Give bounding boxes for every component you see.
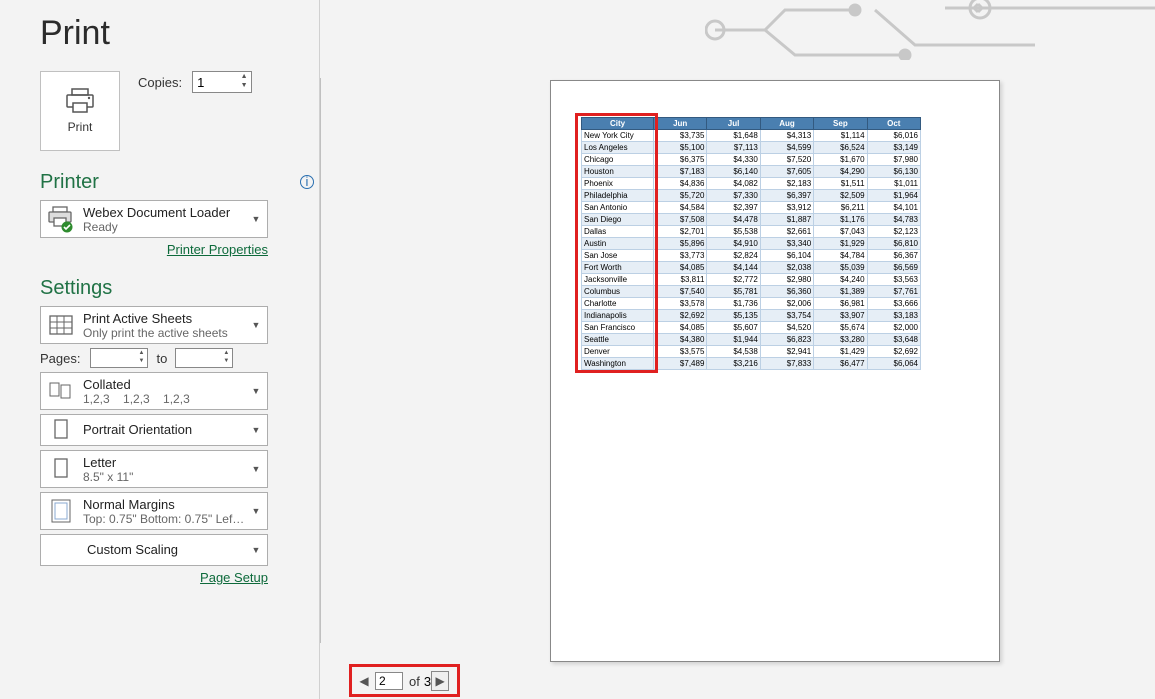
table-row: Seattle$4,380$1,944$6,823$3,280$3,648 xyxy=(582,334,921,346)
table-row: Columbus$7,540$5,781$6,360$1,389$7,761 xyxy=(582,286,921,298)
chevron-down-icon: ▼ xyxy=(249,214,263,224)
chevron-down-icon: ▼ xyxy=(249,425,263,435)
table-header: Jul xyxy=(707,118,760,130)
chevron-down-icon: ▼ xyxy=(249,506,263,516)
paper-icon xyxy=(45,453,77,485)
prev-page-button[interactable]: ◀ xyxy=(355,671,373,691)
table-row: Dallas$2,701$5,538$2,661$7,043$2,123 xyxy=(582,226,921,238)
page-title: Print xyxy=(40,14,319,53)
table-header: Oct xyxy=(867,118,920,130)
pages-label: Pages: xyxy=(40,351,80,366)
table-header: City xyxy=(582,118,654,130)
printer-section-title: Printer xyxy=(40,171,319,194)
pages-to-word: to xyxy=(156,351,167,366)
table-row: San Francisco$4,085$5,607$4,520$5,674$2,… xyxy=(582,322,921,334)
printer-ready-icon xyxy=(45,203,77,235)
margins-selector[interactable]: Normal Margins Top: 0.75" Bottom: 0.75" … xyxy=(40,492,268,530)
table-row: Houston$7,183$6,140$7,605$4,290$6,130 xyxy=(582,166,921,178)
chevron-down-icon: ▼ xyxy=(249,320,263,330)
copies-down[interactable]: ▼ xyxy=(238,82,250,91)
printer-name: Webex Document Loader xyxy=(83,205,249,220)
table-row: Fort Worth$4,085$4,144$2,038$5,039$6,569 xyxy=(582,262,921,274)
copies-input[interactable] xyxy=(193,73,233,91)
table-row: Chicago$6,375$4,330$7,520$1,670$7,980 xyxy=(582,154,921,166)
table-row: Phoenix$4,836$4,082$2,183$1,511$1,011 xyxy=(582,178,921,190)
copies-up[interactable]: ▲ xyxy=(238,73,250,82)
pages-from-input[interactable] xyxy=(91,350,131,366)
printer-selector[interactable]: Webex Document Loader Ready ▼ xyxy=(40,200,268,238)
table-header: Jun xyxy=(654,118,707,130)
pages-to-stepper[interactable]: ▲ ▼ xyxy=(175,348,233,368)
preview-table: CityJunJulAugSepOct New York City$3,735$… xyxy=(581,117,921,370)
chevron-down-icon: ▼ xyxy=(249,464,263,474)
table-row: New York City$3,735$1,648$4,313$1,114$6,… xyxy=(582,130,921,142)
paper-selector[interactable]: Letter 8.5" x 11" ▼ xyxy=(40,450,268,488)
table-row: Charlotte$3,578$1,736$2,006$6,981$3,666 xyxy=(582,298,921,310)
pager-of-word: of xyxy=(409,674,420,689)
pager-total: 3 xyxy=(424,674,431,689)
print-button[interactable]: Print xyxy=(40,71,120,151)
table-row: San Diego$7,508$4,478$1,887$1,176$4,783 xyxy=(582,214,921,226)
table-row: Denver$3,575$4,538$2,941$1,429$2,692 xyxy=(582,346,921,358)
table-row: Philadelphia$5,720$7,330$6,397$2,509$1,9… xyxy=(582,190,921,202)
printer-info-icon[interactable]: i xyxy=(300,175,314,189)
collate-selector[interactable]: Collated 1,2,3 1,2,3 1,2,3 ▼ xyxy=(40,372,268,410)
printer-status: Ready xyxy=(83,220,249,234)
settings-section-title: Settings xyxy=(40,277,319,300)
copies-stepper[interactable]: ▲ ▼ xyxy=(192,71,252,93)
print-preview: CityJunJulAugSepOct New York City$3,735$… xyxy=(335,78,1155,668)
table-row: San Jose$3,773$2,824$6,104$4,784$6,367 xyxy=(582,250,921,262)
page-navigator: ◀ of 3 ▶ xyxy=(355,670,449,692)
margins-icon xyxy=(45,495,77,527)
current-page-input[interactable] xyxy=(375,672,403,690)
table-row: Jacksonville$3,811$2,772$2,980$4,240$3,5… xyxy=(582,274,921,286)
table-row: Indianapolis$2,692$5,135$3,754$3,907$3,1… xyxy=(582,310,921,322)
portrait-icon xyxy=(45,414,77,446)
preview-page: CityJunJulAugSepOct New York City$3,735$… xyxy=(550,80,1000,662)
pages-to-input[interactable] xyxy=(176,350,216,366)
collate-icon xyxy=(45,375,77,407)
table-row: Washington$7,489$3,216$7,833$6,477$6,064 xyxy=(582,358,921,370)
orientation-selector[interactable]: Portrait Orientation ▼ xyxy=(40,414,268,446)
pages-from-stepper[interactable]: ▲ ▼ xyxy=(90,348,148,368)
printer-icon xyxy=(64,88,96,114)
pages-to-down[interactable]: ▼ xyxy=(221,358,231,366)
page-setup-link[interactable]: Page Setup xyxy=(200,570,268,585)
pages-to-up[interactable]: ▲ xyxy=(221,350,231,358)
copies-label: Copies: xyxy=(138,75,182,90)
table-header: Sep xyxy=(814,118,867,130)
panel-divider xyxy=(320,78,321,643)
scaling-selector[interactable]: Custom Scaling ▼ xyxy=(40,534,268,566)
chevron-down-icon: ▼ xyxy=(249,545,263,555)
print-button-label: Print xyxy=(68,120,93,134)
table-row: Los Angeles$5,100$7,113$4,599$6,524$3,14… xyxy=(582,142,921,154)
sheets-icon xyxy=(45,309,77,341)
chevron-down-icon: ▼ xyxy=(249,386,263,396)
pages-from-down[interactable]: ▼ xyxy=(136,358,146,366)
next-page-button[interactable]: ▶ xyxy=(431,671,449,691)
print-what-selector[interactable]: Print Active Sheets Only print the activ… xyxy=(40,306,268,344)
decorative-circuit xyxy=(705,0,1155,60)
table-row: Austin$5,896$4,910$3,340$1,929$6,810 xyxy=(582,238,921,250)
table-header: Aug xyxy=(760,118,813,130)
pages-from-up[interactable]: ▲ xyxy=(136,350,146,358)
table-row: San Antonio$4,584$2,397$3,912$6,211$4,10… xyxy=(582,202,921,214)
printer-properties-link[interactable]: Printer Properties xyxy=(167,242,268,257)
